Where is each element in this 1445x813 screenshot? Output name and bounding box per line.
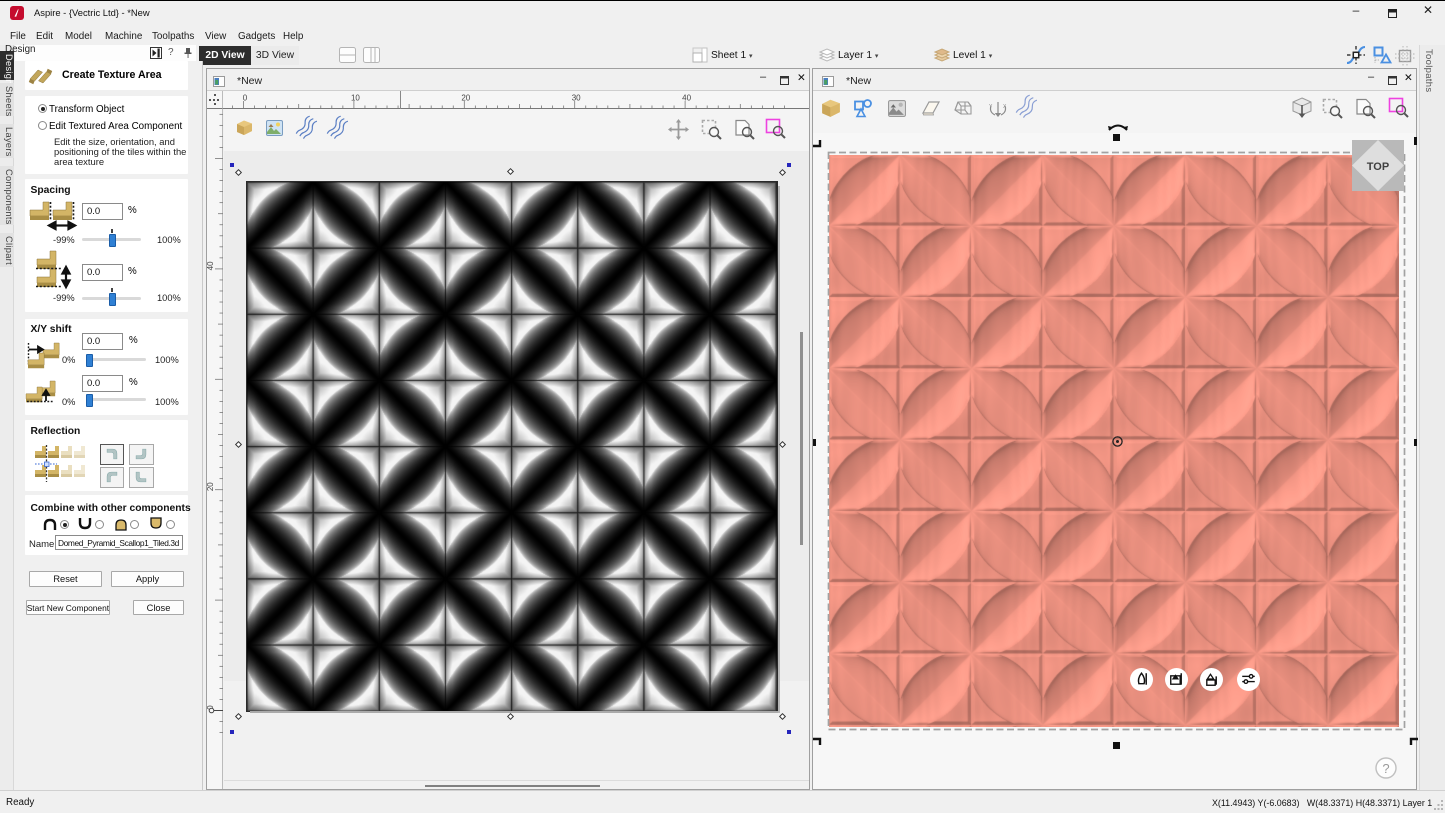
svg-text:40: 40 xyxy=(206,261,215,270)
svg-text:20: 20 xyxy=(206,482,215,491)
svg-text:TOP: TOP xyxy=(1367,161,1389,173)
svg-text:Y: Y xyxy=(989,104,993,110)
svg-text:10: 10 xyxy=(351,94,360,103)
svg-text:0: 0 xyxy=(243,94,248,103)
svg-text:?: ? xyxy=(1382,761,1389,776)
svg-text:20: 20 xyxy=(461,94,470,103)
svg-text:X: X xyxy=(1003,104,1007,110)
svg-text:30: 30 xyxy=(572,94,581,103)
svg-text:40: 40 xyxy=(682,94,691,103)
